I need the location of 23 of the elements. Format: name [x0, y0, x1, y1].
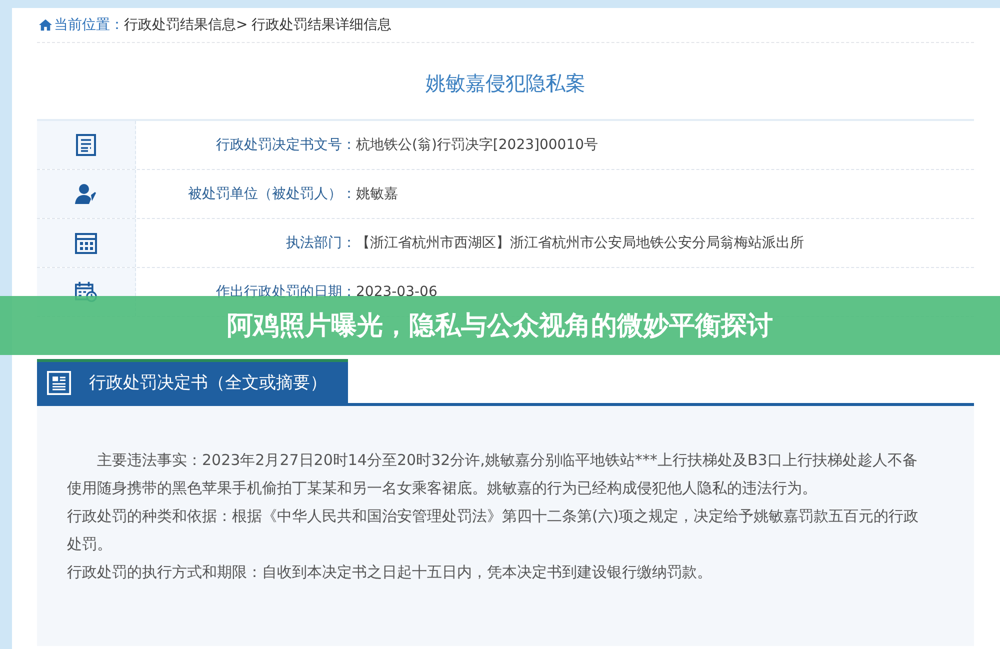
breadcrumb-separator: >	[236, 17, 248, 33]
document-icon	[75, 134, 97, 156]
field-value: 姚敏嘉	[356, 185, 398, 204]
section-title: 行政处罚决定书（全文或摘要）	[89, 372, 327, 394]
breadcrumb-link[interactable]: 行政处罚结果详细信息	[252, 16, 392, 34]
field-label: 被处罚单位（被处罚人）：	[187, 185, 356, 204]
field-label: 作出行政处罚的日期：	[215, 283, 356, 302]
banner-title: 阿鸡照片曝光，隐私与公众视角的微妙平衡探讨	[227, 310, 773, 343]
field-label: 执法部门：	[285, 234, 356, 253]
field-value: 2023-03-06	[356, 283, 438, 302]
document-icon	[47, 370, 71, 394]
person-icon	[75, 183, 97, 205]
case-title: 姚敏嘉侵犯隐私案	[37, 43, 974, 121]
breadcrumb-label: 当前位置：	[54, 16, 124, 34]
paragraph: 行政处罚的种类和依据：根据《中华人民共和国治安管理处罚法》第四十二条第(六)项之规定，决定给予姚敏嘉罚款五百元的行政处罚。	[67, 506, 920, 555]
field-label: 行政处罚决定书文号：	[215, 136, 356, 155]
field-value: 【浙江省杭州市西湖区】浙江省杭州市公安局地铁公安分局翁梅站派出所	[356, 234, 804, 253]
field-value: 杭地铁公(翁)行罚决字[2023]00010号	[356, 136, 598, 155]
building-icon	[75, 232, 97, 254]
breadcrumb-link[interactable]: 行政处罚结果信息	[124, 16, 236, 34]
paragraph: 主要违法事实：2023年2月27日20时14分至20时32分许,姚敏嘉分别临平地铁站***上行扶梯处及B3口上行扶梯处趁人不备使用随身携带的黑色苹果手机偷拍丁某某和另一名女乘客裙底。姚敏嘉的行为已经构成侵犯他人隐私的违法行为。	[67, 450, 918, 499]
paragraph: 行政处罚的执行方式和期限：自收到本决定书之日起十五日内，凭本决定书到建设银行缴纳罚款。	[67, 562, 713, 583]
home-icon	[39, 19, 52, 31]
